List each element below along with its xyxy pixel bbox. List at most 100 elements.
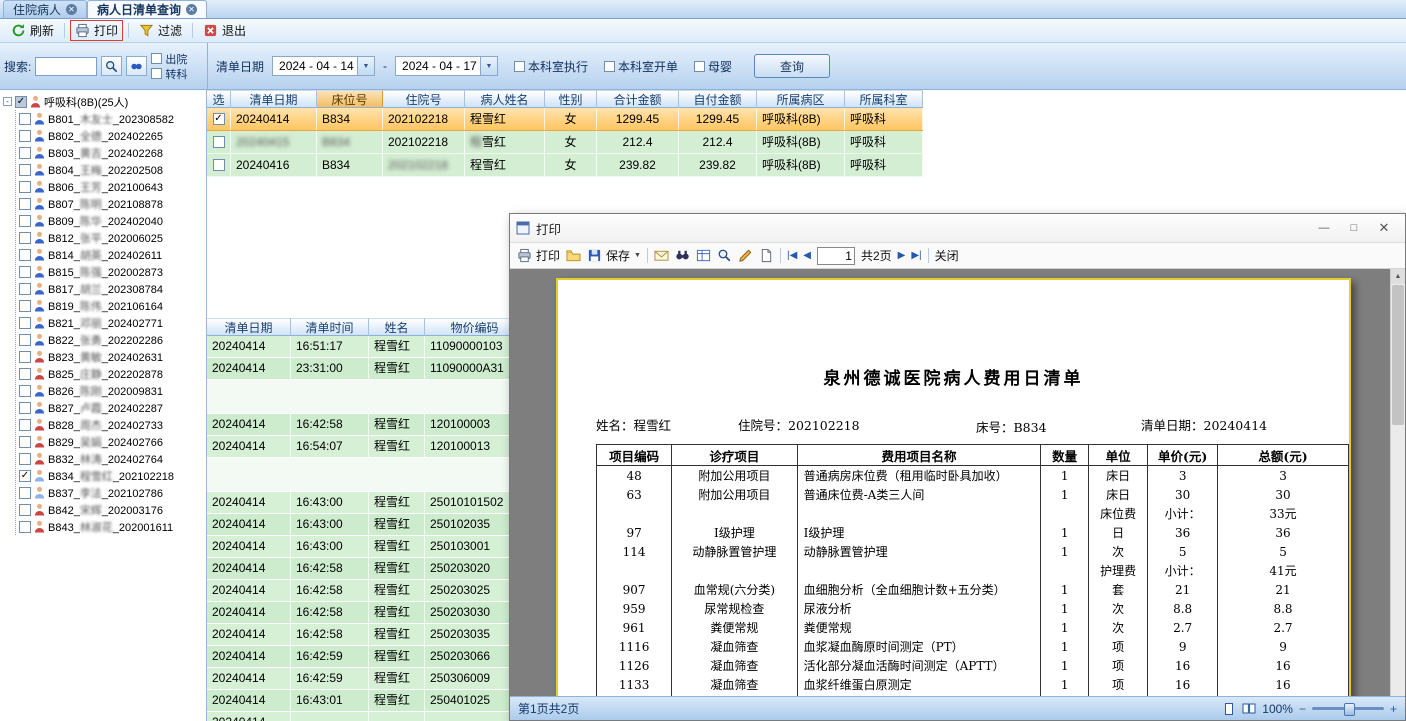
top-grid-row[interactable]: ✓ 20240414 B834 202102218 程雪红女 1299.45 1299.45… bbox=[207, 108, 923, 131]
tree-patient-item[interactable]: ✓ B834_程雪红_202102218 bbox=[19, 467, 206, 484]
chevron-down-icon[interactable]: ▼ bbox=[481, 56, 499, 76]
bottom-grid-row[interactable]: 20240414 16:42:58 程雪红 250203030 bbox=[207, 602, 525, 624]
patient-checkbox[interactable] bbox=[19, 520, 31, 533]
mail-button[interactable] bbox=[654, 248, 669, 263]
tree-patient-item[interactable]: B819_陈伟_202106164 bbox=[19, 297, 206, 314]
preview-scrollbar[interactable]: ▲ bbox=[1390, 269, 1405, 696]
patient-checkbox[interactable] bbox=[19, 435, 31, 448]
patient-checkbox[interactable]: ✓ bbox=[19, 469, 31, 482]
column-header[interactable]: 清单日期 bbox=[231, 90, 317, 108]
patient-checkbox[interactable] bbox=[19, 129, 31, 142]
tree-patient-item[interactable]: B821_邓丽_202402771 bbox=[19, 314, 206, 331]
tree-patient-item[interactable]: B801_木友士_202308582 bbox=[19, 110, 206, 127]
patient-checkbox[interactable] bbox=[19, 333, 31, 346]
find-button[interactable] bbox=[675, 248, 690, 263]
date-to-combo[interactable]: 2024 - 04 - 17 ▼ bbox=[395, 56, 499, 76]
minimize-icon[interactable]: — bbox=[1309, 217, 1339, 239]
dept-exec-checkbox[interactable] bbox=[514, 60, 526, 72]
date-from-combo[interactable]: 2024 - 04 - 14 ▼ bbox=[272, 56, 376, 76]
close-icon[interactable]: ✕ bbox=[1369, 217, 1399, 239]
bottom-grid-row[interactable]: 20240414 23:31:00 程雪红 11090000A31 bbox=[207, 358, 525, 380]
zoom-out-icon[interactable]: − bbox=[1299, 702, 1306, 716]
tree-patient-item[interactable]: B822_张勇_202202286 bbox=[19, 331, 206, 348]
bottom-grid-row[interactable]: 20240414 16:43:00 程雪红 250103001 bbox=[207, 536, 525, 558]
chevron-down-icon[interactable]: ▼ bbox=[358, 56, 376, 76]
patient-checkbox[interactable] bbox=[19, 248, 31, 261]
tree-patient-item[interactable]: B827_卢霞_202402287 bbox=[19, 399, 206, 416]
first-page-icon[interactable]: |◀ bbox=[787, 248, 797, 263]
save-button[interactable]: 保存 ▼ bbox=[587, 247, 641, 264]
tree-patient-item[interactable]: B837_李法_202102786 bbox=[19, 484, 206, 501]
next-page-icon[interactable]: ▶ bbox=[898, 248, 906, 263]
maximize-icon[interactable]: □ bbox=[1339, 217, 1369, 239]
multi-page-view-icon[interactable] bbox=[1242, 702, 1256, 716]
discharge-checkbox[interactable] bbox=[151, 53, 163, 64]
bottom-grid-row[interactable]: 20240414 16:42:58 程雪红 250203035 bbox=[207, 624, 525, 646]
page-number-input[interactable] bbox=[816, 246, 855, 265]
tree-patient-item[interactable]: B802_全德_202402265 bbox=[19, 127, 206, 144]
tree-patient-item[interactable]: B815_陈强_202002873 bbox=[19, 263, 206, 280]
transfer-checkbox[interactable] bbox=[151, 68, 163, 79]
tree-patient-item[interactable]: B804_王梅_202202508 bbox=[19, 161, 206, 178]
open-button[interactable] bbox=[566, 248, 581, 263]
bottom-grid-row[interactable]: 20240414 16:42:58 程雪红 250203020 bbox=[207, 558, 525, 580]
tree-patient-item[interactable]: B809_陈华_202402040 bbox=[19, 212, 206, 229]
dialog-print-button[interactable]: 打印 bbox=[517, 247, 560, 264]
tree-patient-item[interactable]: B829_吴娟_202402766 bbox=[19, 433, 206, 450]
row-checkbox[interactable] bbox=[212, 136, 225, 148]
bottom-grid-row[interactable]: 20240414 16:43:00 程雪红 25010101502 bbox=[207, 492, 525, 514]
previous-page-icon[interactable]: ◀ bbox=[803, 248, 811, 263]
patient-checkbox[interactable] bbox=[19, 231, 31, 244]
zoom-in-icon[interactable]: + bbox=[1390, 702, 1397, 716]
dept-exec-option[interactable]: 本科室执行 bbox=[514, 60, 588, 74]
zoom-button[interactable] bbox=[717, 248, 732, 263]
bottom-grid-row[interactable]: 20240414 16:42:58 程雪红 120100003 bbox=[207, 414, 525, 436]
column-header[interactable]: 清单日期 bbox=[207, 318, 291, 336]
tree-patient-item[interactable]: B807_陈明_202108878 bbox=[19, 195, 206, 212]
patient-checkbox[interactable] bbox=[19, 486, 31, 499]
column-header[interactable]: 所属科室 bbox=[845, 90, 923, 108]
root-checkbox[interactable]: ✓ bbox=[15, 95, 27, 108]
column-header[interactable]: 所属病区 bbox=[757, 90, 845, 108]
patient-checkbox[interactable] bbox=[19, 503, 31, 516]
page-setup-button[interactable] bbox=[759, 248, 774, 263]
tab-inpatients[interactable]: 住院病人 ✕ bbox=[3, 0, 88, 18]
bottom-grid-row[interactable]: 20240414 16:43:00 程雪红 250102035 bbox=[207, 514, 525, 536]
row-checkbox[interactable]: ✓ bbox=[212, 113, 225, 125]
tree-patient-item[interactable]: B832_林涛_202402764 bbox=[19, 450, 206, 467]
patient-checkbox[interactable] bbox=[19, 367, 31, 380]
print-dialog-titlebar[interactable]: 打印 — □ ✕ bbox=[510, 214, 1405, 243]
layout-button[interactable] bbox=[696, 248, 711, 263]
patient-checkbox[interactable] bbox=[19, 452, 31, 465]
tree-patient-item[interactable]: B826_陈刚_202009831 bbox=[19, 382, 206, 399]
patient-checkbox[interactable] bbox=[19, 265, 31, 278]
column-header[interactable]: 合计金额 bbox=[597, 90, 679, 108]
dept-order-checkbox[interactable] bbox=[604, 60, 616, 72]
patient-checkbox[interactable] bbox=[19, 350, 31, 363]
patient-checkbox[interactable] bbox=[19, 112, 31, 125]
search-input[interactable] bbox=[35, 56, 98, 76]
scroll-up-icon[interactable]: ▲ bbox=[1391, 269, 1405, 284]
tree-root-node[interactable]: - ✓ 呼吸科(8B)(25人) bbox=[3, 93, 206, 110]
patient-checkbox[interactable] bbox=[19, 214, 31, 227]
discharge-option[interactable]: 出院 bbox=[151, 52, 187, 66]
bottom-grid-row[interactable]: 20240414 16:54:07 程雪红 120100013 bbox=[207, 436, 525, 458]
patient-checkbox[interactable] bbox=[19, 146, 31, 159]
print-button[interactable]: 打印 bbox=[70, 20, 124, 41]
top-grid-row[interactable]: 20240416 B834 202102218 程雪红女 239.82 239.82 呼吸科… bbox=[207, 154, 923, 177]
zoom-slider[interactable] bbox=[1311, 703, 1384, 716]
bottom-grid-row[interactable]: 20240414 16:51:17 程雪红 11090000103 bbox=[207, 336, 525, 358]
tree-patient-item[interactable]: B828_周杰_202402733 bbox=[19, 416, 206, 433]
tree-patient-item[interactable]: B812_张平_202006025 bbox=[19, 229, 206, 246]
single-page-view-icon[interactable] bbox=[1222, 702, 1236, 716]
tab-daily-list-query[interactable]: 病人日清单查询 ✕ bbox=[87, 0, 208, 18]
bottom-grid-row[interactable]: 20240414 16:42:58 程雪红 250203025 bbox=[207, 580, 525, 602]
patient-checkbox[interactable] bbox=[19, 197, 31, 210]
dialog-close-button[interactable]: 关闭 bbox=[935, 247, 959, 264]
patient-checkbox[interactable] bbox=[19, 282, 31, 295]
patient-checkbox[interactable] bbox=[19, 418, 31, 431]
tree-patient-item[interactable]: B825_庄静_202202878 bbox=[19, 365, 206, 382]
patient-checkbox[interactable] bbox=[19, 299, 31, 312]
tree-patient-item[interactable]: B814_胡英_202402611 bbox=[19, 246, 206, 263]
tree-patient-item[interactable]: B842_宋辉_202003176 bbox=[19, 501, 206, 518]
